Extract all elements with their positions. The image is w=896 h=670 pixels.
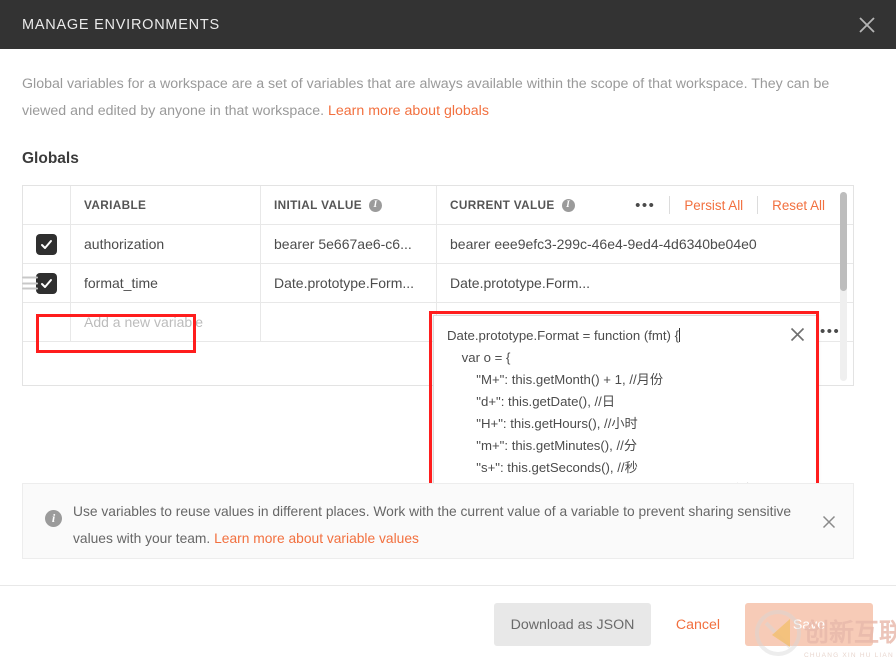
row-variable-cell[interactable]: authorization: [71, 225, 261, 263]
learn-more-variable-values-link[interactable]: Learn more about variable values: [214, 531, 419, 546]
info-banner-text: Use variables to reuse values in differe…: [73, 498, 813, 552]
modal-header: MANAGE ENVIRONMENTS: [0, 0, 896, 49]
header-checkbox-cell: [23, 186, 71, 224]
text-caret: [679, 328, 680, 342]
reset-all-button[interactable]: Reset All: [758, 198, 839, 213]
row-checkbox-cell: [23, 264, 71, 302]
row-initial-value-cell[interactable]: bearer 5e667ae6-c6...: [261, 225, 437, 263]
table-header-actions: ••• Persist All Reset All: [621, 196, 853, 214]
new-variable-input[interactable]: Add a new variable: [71, 303, 261, 341]
modal-body: Global variables for a workspace are a s…: [0, 49, 896, 585]
more-options-icon[interactable]: •••: [621, 198, 669, 213]
new-variable-placeholder: Add a new variable: [84, 314, 203, 330]
check-icon: [40, 238, 53, 251]
header-current-value-cell: CURRENT VALUE i ••• Persist All Reset Al…: [437, 186, 853, 224]
description-line-1: Global variables for a workspace are a s…: [22, 76, 783, 92]
row-current-value-cell[interactable]: bearer eee9efc3-299c-46e4-9ed4-4d6340be0…: [437, 225, 853, 263]
code-line: "M+": this.getMonth() + 1, //月份: [447, 372, 663, 387]
code-editor-more-options-icon[interactable]: •••: [820, 323, 840, 340]
info-banner: i Use variables to reuse values in diffe…: [22, 483, 854, 559]
close-modal-button[interactable]: [852, 10, 882, 40]
new-initial-value-input[interactable]: [261, 303, 437, 341]
row-current-value-cell[interactable]: Date.prototype.Form...: [437, 264, 853, 302]
close-icon: [790, 327, 805, 342]
globals-description: Global variables for a workspace are a s…: [22, 71, 870, 125]
close-code-editor-button[interactable]: [787, 324, 807, 344]
row-initial-value-cell[interactable]: Date.prototype.Form...: [261, 264, 437, 302]
new-row-checkbox-cell: [23, 303, 71, 341]
code-editor-content[interactable]: Date.prototype.Format = function (fmt) {…: [447, 325, 803, 501]
page-title: MANAGE ENVIRONMENTS: [22, 17, 220, 33]
save-button[interactable]: Save: [745, 603, 873, 646]
variable-name: format_time: [84, 275, 158, 291]
dismiss-banner-button[interactable]: [819, 512, 839, 532]
header-initial-value-cell: INITIAL VALUE i: [261, 186, 437, 224]
table-scrollbar[interactable]: [840, 192, 847, 381]
manage-environments-modal: MANAGE ENVIRONMENTS Global variables for…: [0, 0, 896, 670]
code-line: Date.prototype.Format = function (fmt) {: [447, 328, 679, 343]
column-header-initial-value: INITIAL VALUE i: [274, 198, 382, 212]
code-line: "m+": this.getMinutes(), //分: [447, 438, 637, 453]
learn-more-globals-link[interactable]: Learn more about globals: [328, 103, 489, 119]
code-line: "s+": this.getSeconds(), //秒: [447, 460, 638, 475]
check-icon: [40, 277, 53, 290]
initial-value: bearer 5e667ae6-c6...: [274, 236, 412, 252]
current-value: Date.prototype.Form...: [450, 275, 590, 291]
table-row: format_time Date.prototype.Form... Date.…: [23, 264, 853, 303]
table-scrollbar-thumb[interactable]: [840, 192, 847, 291]
table-row: authorization bearer 5e667ae6-c6... bear…: [23, 225, 853, 264]
table-header-row: VARIABLE INITIAL VALUE i CURRENT VALUE i…: [23, 186, 853, 225]
row-variable-cell[interactable]: format_time: [71, 264, 261, 302]
column-header-current-value-label: CURRENT VALUE: [450, 198, 555, 212]
column-header-current-value: CURRENT VALUE i: [450, 198, 575, 212]
row-enabled-checkbox[interactable]: [36, 234, 57, 255]
banner-line-1: Use variables to reuse values in differe…: [73, 504, 684, 519]
variable-name: authorization: [84, 236, 164, 252]
modal-footer: Download as JSON Cancel Save: [0, 585, 896, 670]
cancel-button[interactable]: Cancel: [659, 603, 737, 646]
current-value: bearer eee9efc3-299c-46e4-9ed4-4d6340be0…: [450, 236, 757, 252]
code-line: var o = {: [447, 350, 510, 365]
info-icon[interactable]: i: [369, 199, 382, 212]
code-line: "H+": this.getHours(), //小时: [447, 416, 638, 431]
persist-all-button[interactable]: Persist All: [670, 198, 757, 213]
initial-value: Date.prototype.Form...: [274, 275, 414, 291]
column-header-initial-value-label: INITIAL VALUE: [274, 198, 362, 212]
drag-handle-icon[interactable]: [22, 277, 38, 290]
close-icon: [822, 515, 836, 529]
info-icon[interactable]: i: [562, 199, 575, 212]
header-variable-cell: VARIABLE: [71, 186, 261, 224]
row-enabled-checkbox[interactable]: [36, 273, 57, 294]
download-as-json-button[interactable]: Download as JSON: [494, 603, 651, 646]
row-checkbox-cell: [23, 225, 71, 263]
column-header-variable: VARIABLE: [84, 198, 146, 212]
close-icon: [858, 16, 876, 34]
info-icon: i: [45, 510, 62, 527]
current-value-code-editor[interactable]: Date.prototype.Format = function (fmt) {…: [433, 315, 817, 505]
code-line: "d+": this.getDate(), //日: [447, 394, 615, 409]
globals-section-title: Globals: [22, 150, 79, 168]
